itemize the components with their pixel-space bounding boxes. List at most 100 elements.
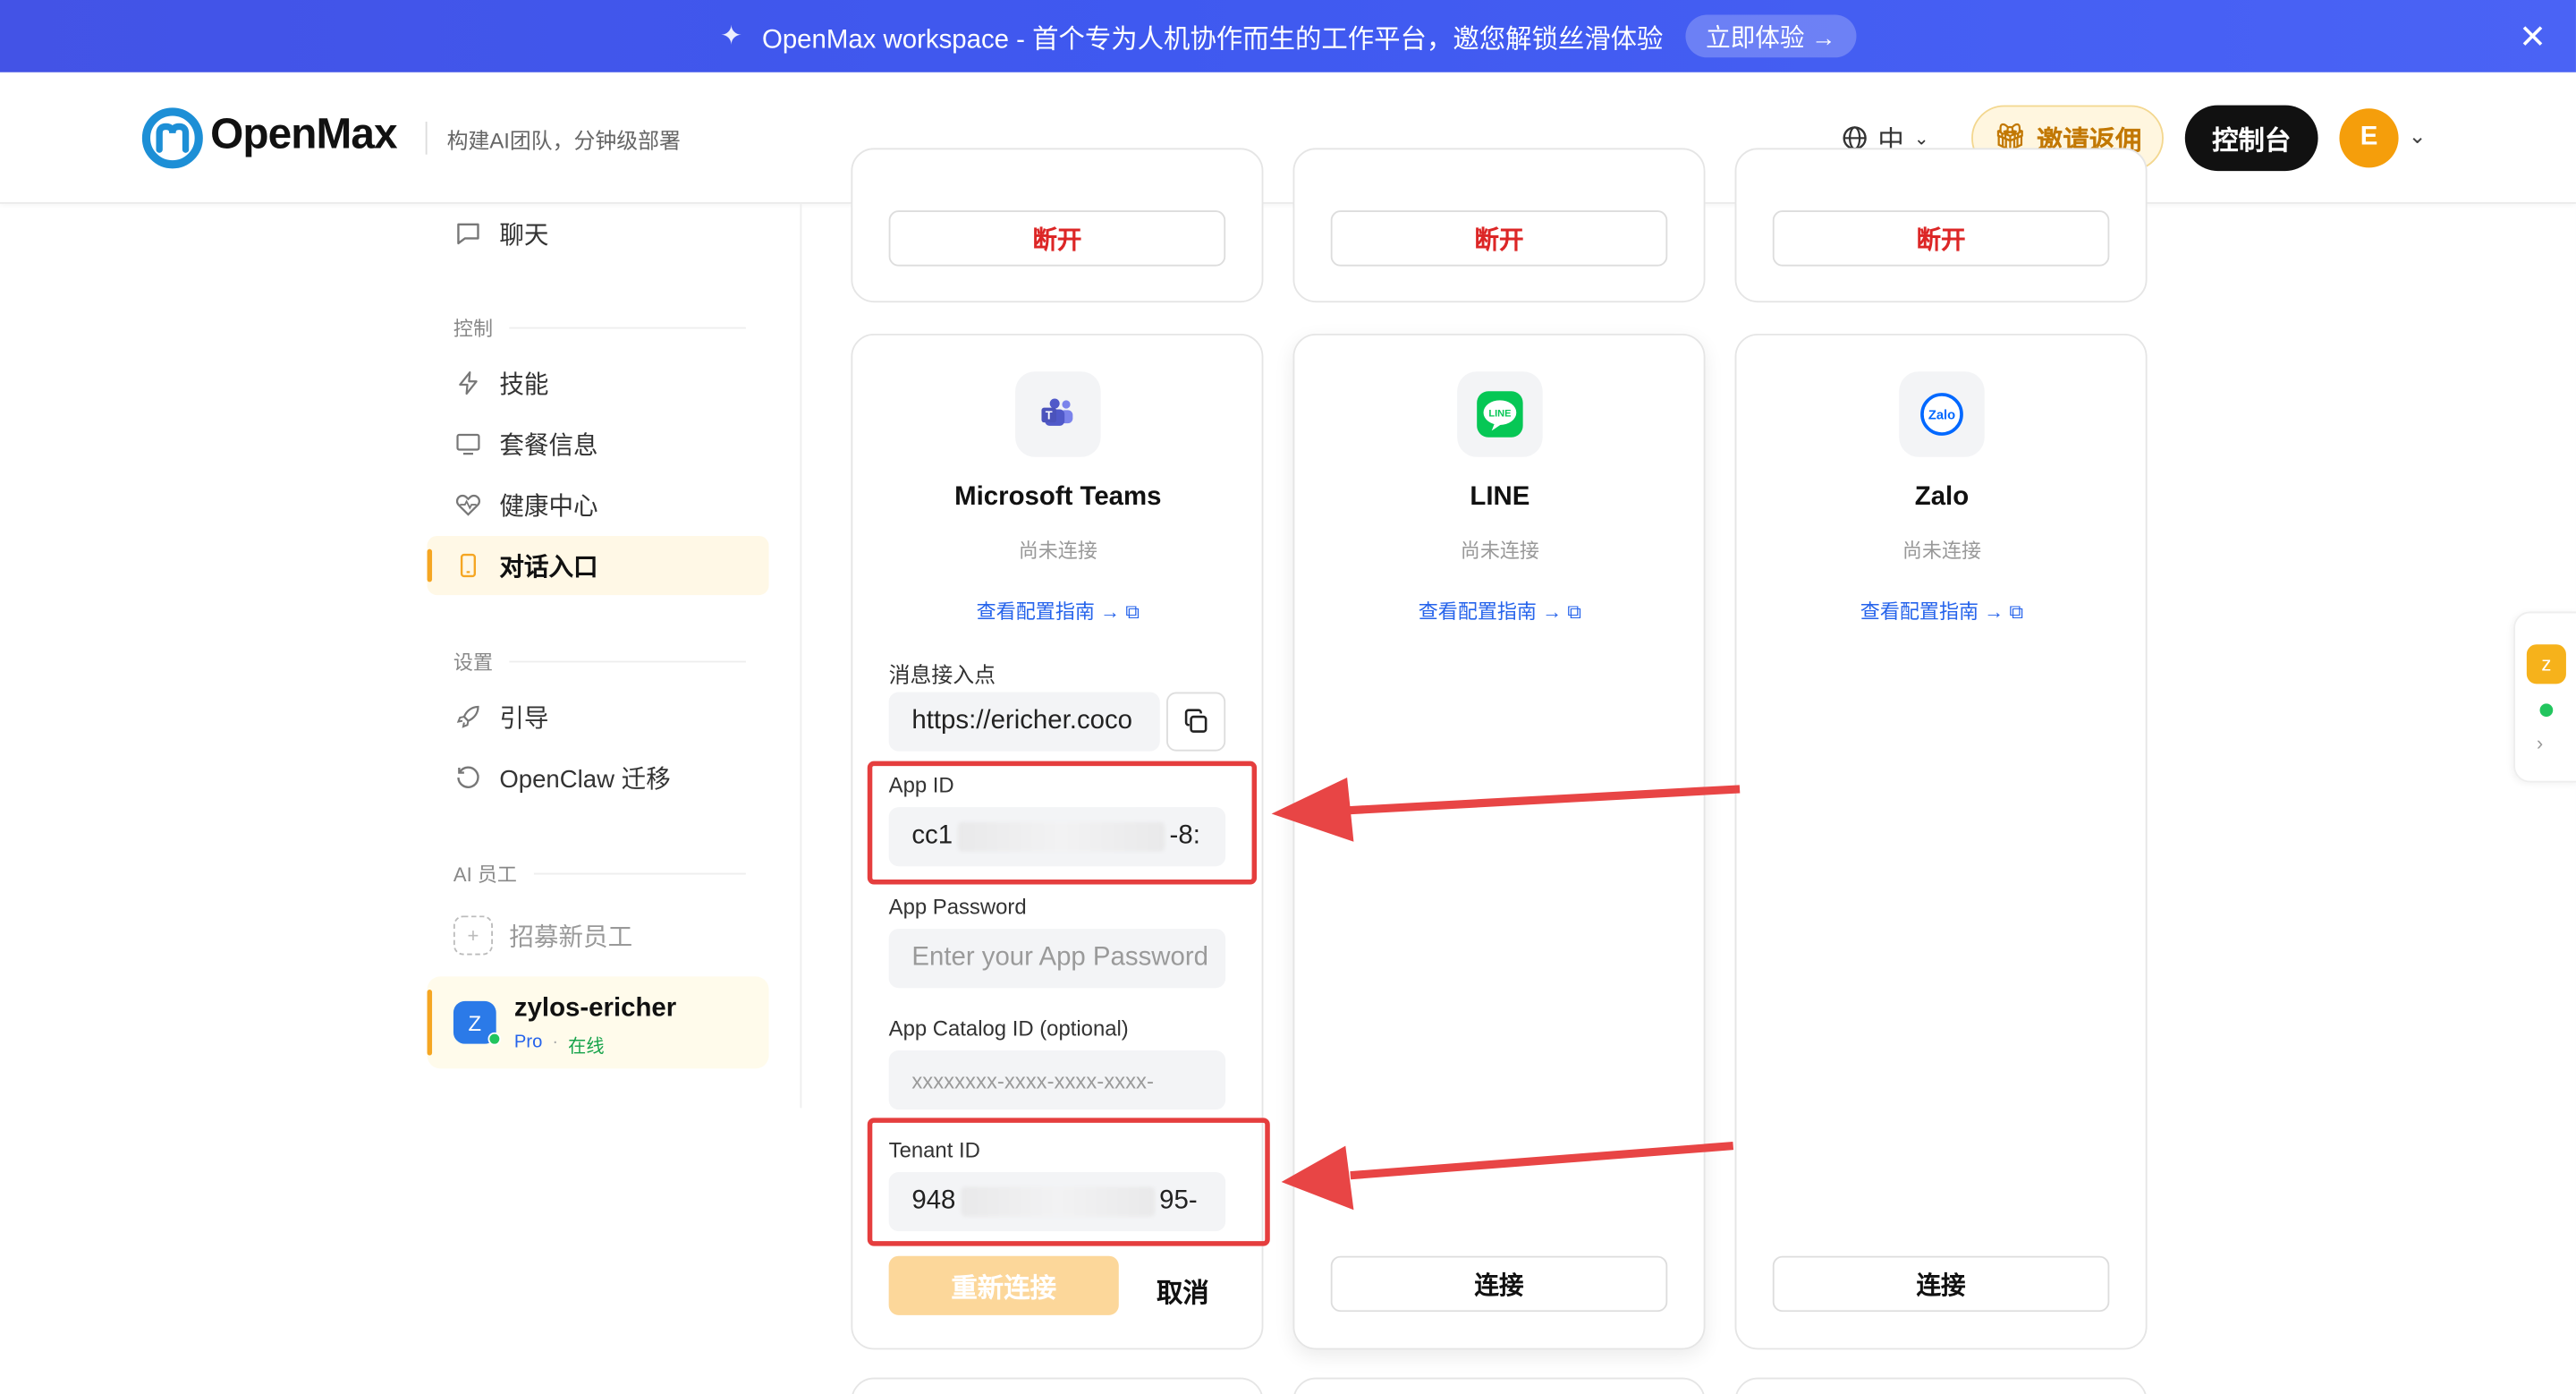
chevron-right-icon[interactable]: ›	[2537, 732, 2543, 755]
disconnect-button[interactable]: 断开	[888, 210, 1226, 267]
recruit-employee-button[interactable]: + 招募新员工	[453, 905, 632, 965]
history-icon	[453, 763, 483, 793]
copy-icon	[1184, 709, 1208, 733]
chat-bubble-icon	[453, 218, 483, 248]
svg-text:Zalo: Zalo	[1928, 409, 1955, 423]
sidebar-item-chat-entry[interactable]: 对话入口	[453, 536, 598, 595]
section-title: AI 员工	[453, 863, 517, 887]
lightning-icon	[453, 369, 483, 398]
active-indicator	[427, 548, 433, 582]
guide-link-label: 查看配置指南 →	[1860, 599, 2004, 624]
connection-status: 尚未连接	[1460, 539, 1539, 563]
disconnect-button[interactable]: 断开	[1772, 210, 2110, 267]
svg-text:T: T	[1046, 409, 1053, 422]
arrow-line	[1350, 1142, 1734, 1180]
section-label-ai: AI 员工	[453, 860, 746, 888]
app-name: Zalo	[1914, 483, 1970, 512]
floating-side-panel[interactable]: z ›	[2513, 611, 2576, 783]
external-link-icon: ⧉	[1125, 599, 1140, 624]
connector-card: 断开	[1734, 148, 2148, 303]
arrow-head	[1271, 778, 1354, 842]
employee-meta: Pro · 在线	[514, 1033, 605, 1058]
connection-status: 尚未连接	[1902, 539, 1982, 563]
cancel-button[interactable]: 取消	[1157, 1271, 1209, 1310]
config-guide-link[interactable]: 查看配置指南 → ⧉	[1294, 597, 1705, 625]
reconnect-button[interactable]: 重新连接	[888, 1255, 1119, 1315]
online-dot-icon	[487, 1032, 502, 1046]
catalog-id-field[interactable]: xxxxxxxx-xxxx-xxxx-xxxx-	[888, 1050, 1226, 1110]
sidebar-item-label: 健康中心	[499, 492, 598, 521]
app-name: Microsoft Teams	[954, 483, 1162, 512]
sidebar-item-label: 对话入口	[499, 553, 598, 582]
sidebar-item-health[interactable]: 健康中心	[453, 475, 598, 534]
sidebar-item-label: 招募新员工	[509, 922, 633, 951]
connection-status: 尚未连接	[1018, 539, 1097, 563]
sidebar-item-guide[interactable]: 引导	[453, 687, 549, 746]
app-password-label: App Password	[888, 894, 1027, 920]
openmax-logo-icon[interactable]	[141, 106, 204, 169]
external-link-icon: ⧉	[1567, 599, 1582, 624]
connector-card	[1292, 1377, 1706, 1394]
connect-button[interactable]: 连接	[1772, 1255, 2110, 1313]
employee-plan: Pro	[513, 1032, 543, 1052]
meta-separator: ·	[552, 1032, 559, 1052]
zalo-icon: Zalo	[1899, 371, 1985, 457]
phone-icon	[453, 550, 483, 580]
sidebar-item-label: 引导	[499, 704, 549, 733]
arrow-head	[1281, 1145, 1354, 1211]
sidebar: 聊天 控制 技能 套餐信息 健康中心 对话入口 设置 引导 OpenClaw 迁…	[427, 203, 802, 1109]
logo-text[interactable]: OpenMax	[210, 108, 397, 159]
connector-card: 断开	[851, 148, 1264, 303]
banner-text: OpenMax workspace - 首个专为人机协作而生的工作平台，邀您解锁…	[761, 26, 1664, 55]
guide-link-label: 查看配置指南 →	[1418, 599, 1563, 624]
rocket-icon	[453, 702, 483, 732]
sparkle-icon: ✦	[720, 22, 742, 51]
app-password-field[interactable]: Enter your App Password	[888, 929, 1226, 989]
config-guide-link[interactable]: 查看配置指南 → ⧉	[1736, 597, 2147, 625]
config-guide-link[interactable]: 查看配置指南 → ⧉	[852, 597, 1263, 625]
promo-banner: ✦ OpenMax workspace - 首个专为人机协作而生的工作平台，邀您…	[0, 0, 2576, 72]
employee-card[interactable]: Z zylos-ericher Pro · 在线	[427, 976, 769, 1069]
connector-card	[1734, 1377, 2148, 1394]
try-now-button[interactable]: 立即体验 →	[1686, 14, 1856, 58]
guide-link-label: 查看配置指南 →	[976, 599, 1121, 624]
divider	[425, 121, 428, 155]
connect-button[interactable]: 连接	[1330, 1255, 1668, 1313]
chevron-down-icon[interactable]: ⌄	[2409, 123, 2427, 149]
active-indicator	[427, 990, 433, 1056]
annotation-box	[867, 761, 1258, 885]
connector-card	[851, 1377, 1264, 1394]
sidebar-item-label: OpenClaw 迁移	[499, 765, 671, 794]
top-header: OpenMax 构建AI团队，分钟级部署 中 ⌄ 🎁︎ 邀请返佣 控制台 E ⌄	[0, 72, 2576, 204]
console-button[interactable]: 控制台	[2184, 105, 2318, 172]
section-label-control: 控制	[453, 314, 746, 342]
sidebar-item-skills[interactable]: 技能	[453, 353, 548, 412]
employee-name: zylos-ericher	[513, 994, 677, 1023]
sidebar-item-plan[interactable]: 套餐信息	[453, 414, 598, 473]
connector-card: 断开	[1292, 148, 1706, 303]
online-dot-icon	[2539, 703, 2554, 718]
section-label-settings: 设置	[453, 648, 746, 676]
section-title: 控制	[453, 317, 494, 341]
app-name: LINE	[1470, 483, 1530, 512]
arrow-line	[1346, 785, 1741, 815]
catalog-id-label: App Catalog ID (optional)	[888, 1016, 1129, 1041]
tagline: 构建AI团队，分钟级部署	[446, 128, 681, 153]
section-title: 设置	[453, 650, 494, 675]
external-link-icon: ⧉	[2009, 599, 2024, 624]
agent-badge[interactable]: z	[2526, 644, 2566, 684]
sidebar-item-chat[interactable]: 聊天	[453, 204, 548, 263]
monitor-icon	[453, 429, 483, 459]
plus-icon: +	[453, 915, 494, 956]
annotation-arrows	[1271, 778, 1741, 1211]
svg-text:LINE: LINE	[1488, 409, 1511, 420]
chevron-down-icon: ⌄	[1913, 129, 1929, 149]
user-avatar[interactable]: E	[2339, 108, 2399, 168]
sidebar-item-migrate[interactable]: OpenClaw 迁移	[453, 748, 671, 807]
close-icon[interactable]: ✕	[2519, 16, 2546, 57]
copy-button[interactable]	[1166, 692, 1226, 752]
endpoint-field[interactable]: https://ericher.coco	[888, 692, 1160, 752]
disconnect-button[interactable]: 断开	[1330, 210, 1668, 267]
microsoft-teams-icon: T	[1015, 371, 1101, 457]
app-root: ✦ OpenMax workspace - 首个专为人机协作而生的工作平台，邀您…	[0, 0, 2576, 1394]
